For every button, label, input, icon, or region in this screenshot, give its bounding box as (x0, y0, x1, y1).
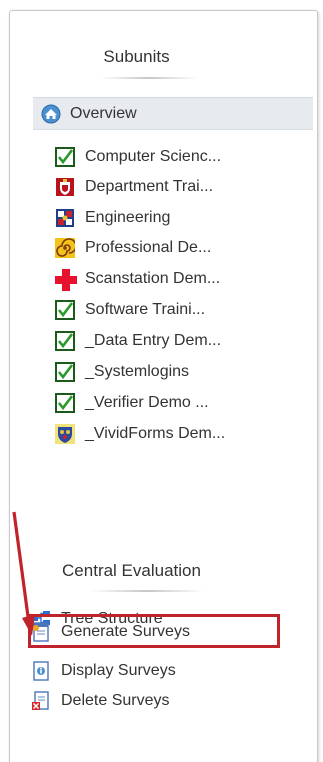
subunit-vividforms-demo[interactable]: _VividForms Dem... (55, 419, 225, 449)
overview-label: Overview (70, 104, 137, 122)
coat-of-arms-icon (55, 424, 75, 444)
green-check-icon (55, 300, 75, 320)
central-evaluation-divider (90, 590, 204, 592)
home-icon (41, 104, 61, 124)
overview-item[interactable]: Overview (33, 97, 313, 130)
green-check-icon (55, 362, 75, 382)
subunit-label: _Verifier Demo ... (85, 394, 209, 411)
subunit-systemlogins[interactable]: _Systemlogins (55, 357, 189, 387)
display-surveys-icon (31, 661, 51, 681)
subunit-computer-science[interactable]: Computer Scienc... (55, 142, 221, 172)
central-evaluation-heading: Central Evaluation (62, 561, 201, 580)
subunit-data-entry-demo[interactable]: _Data Entry Dem... (55, 326, 221, 356)
green-check-icon (55, 393, 75, 413)
subunit-label: Computer Scienc... (85, 148, 222, 165)
subunit-label: _Data Entry Dem... (85, 332, 222, 349)
subunit-label: _VividForms Dem... (85, 425, 226, 442)
display-surveys-link[interactable]: Display Surveys (31, 656, 176, 686)
subunit-label: Scanstation Dem... (85, 270, 221, 287)
shield-icon (55, 208, 75, 228)
subunit-software-training[interactable]: Software Traini... (55, 295, 205, 325)
delete-surveys-link[interactable]: Delete Surveys (31, 686, 170, 716)
spiral-logo-icon (55, 238, 77, 258)
highlight-box (28, 614, 280, 648)
subunit-scanstation-demo[interactable]: Scanstation Dem... (55, 264, 220, 294)
subunits-heading: Subunits (103, 47, 170, 66)
subunit-verifier-demo[interactable]: _Verifier Demo ... (55, 388, 209, 418)
subunit-label: Professional De... (85, 239, 212, 256)
green-check-icon (55, 147, 75, 167)
subunit-label: Engineering (85, 209, 171, 226)
green-check-icon (55, 331, 75, 351)
subunits-divider (100, 77, 198, 79)
subunit-label: Department Trai... (85, 178, 214, 195)
subunit-department-training[interactable]: Department Trai... (55, 172, 213, 202)
tool-label: Display Surveys (61, 662, 176, 679)
red-cross-icon (55, 269, 77, 291)
subunit-label: Software Traini... (85, 301, 206, 318)
tool-label: Delete Surveys (61, 692, 170, 709)
subunit-professional-development[interactable]: Professional De... (55, 233, 211, 263)
subunit-label: _Systemlogins (85, 363, 190, 380)
crest-icon (55, 177, 75, 197)
delete-surveys-icon (31, 691, 51, 711)
subunit-engineering[interactable]: Engineering (55, 203, 170, 233)
